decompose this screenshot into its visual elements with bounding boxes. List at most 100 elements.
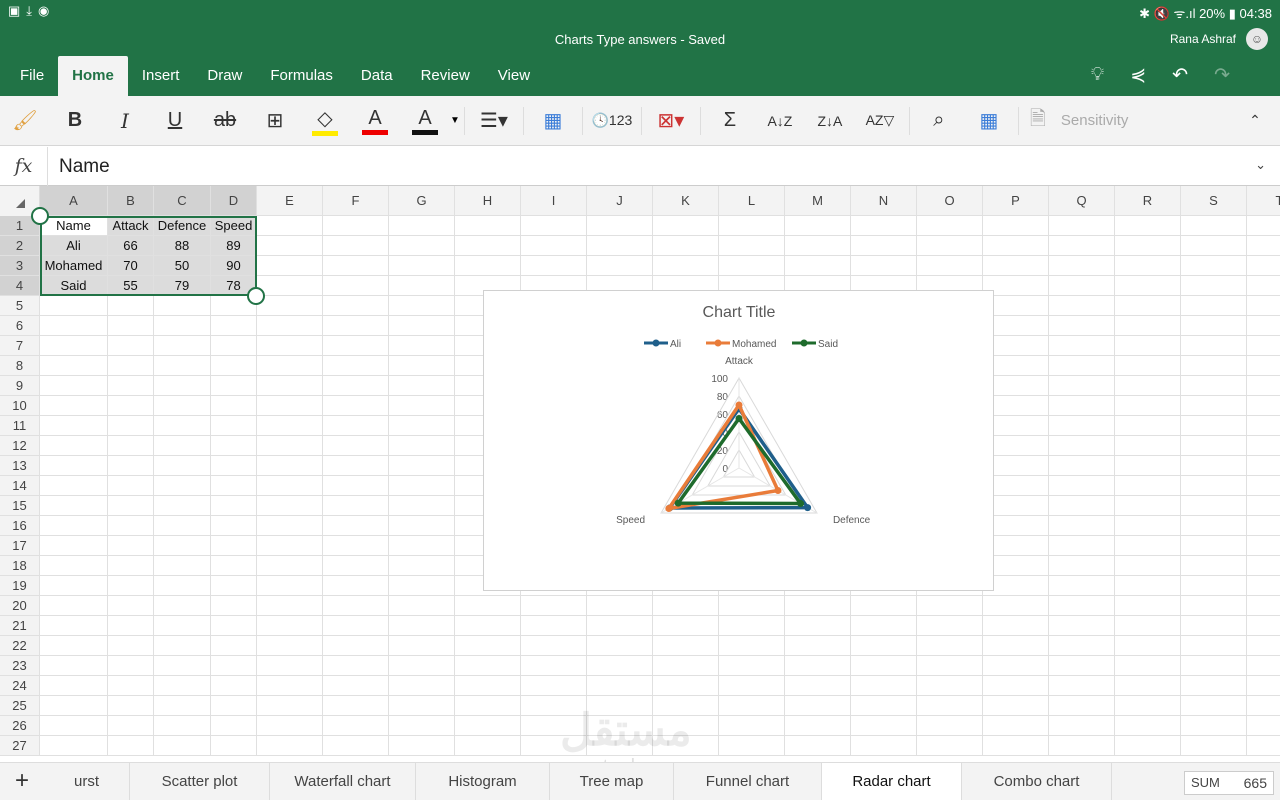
column-header-O[interactable]: O xyxy=(917,186,983,216)
cell-B17[interactable] xyxy=(108,536,154,556)
cell-O24[interactable] xyxy=(917,676,983,696)
cell-C21[interactable] xyxy=(154,616,211,636)
cell-D10[interactable] xyxy=(211,396,257,416)
selection-range[interactable] xyxy=(40,216,257,296)
cell-A14[interactable] xyxy=(40,476,108,496)
cell-N27[interactable] xyxy=(851,736,917,756)
cell-E11[interactable] xyxy=(257,416,323,436)
cell-H3[interactable] xyxy=(455,256,521,276)
user-name[interactable]: Rana Ashraf xyxy=(1170,32,1236,46)
fx-icon[interactable]: fx xyxy=(0,147,48,186)
cell-H21[interactable] xyxy=(455,616,521,636)
cell-Q3[interactable] xyxy=(1049,256,1115,276)
tab-formulas[interactable]: Formulas xyxy=(256,56,347,96)
column-header-H[interactable]: H xyxy=(455,186,521,216)
row-header-21[interactable]: 21 xyxy=(0,616,40,636)
cell-D15[interactable] xyxy=(211,496,257,516)
cell-Q9[interactable] xyxy=(1049,376,1115,396)
cell-B18[interactable] xyxy=(108,556,154,576)
cell-A24[interactable] xyxy=(40,676,108,696)
cell-J24[interactable] xyxy=(587,676,653,696)
cell-C22[interactable] xyxy=(154,636,211,656)
cell-G17[interactable] xyxy=(389,536,455,556)
row-header-14[interactable]: 14 xyxy=(0,476,40,496)
cell-S26[interactable] xyxy=(1181,716,1247,736)
cell-T11[interactable] xyxy=(1247,416,1280,436)
cell-L20[interactable] xyxy=(719,596,785,616)
column-header-L[interactable]: L xyxy=(719,186,785,216)
column-header-E[interactable]: E xyxy=(257,186,323,216)
column-header-J[interactable]: J xyxy=(587,186,653,216)
cell-O21[interactable] xyxy=(917,616,983,636)
cell-D12[interactable] xyxy=(211,436,257,456)
cell-A7[interactable] xyxy=(40,336,108,356)
cell-A12[interactable] xyxy=(40,436,108,456)
cell-N26[interactable] xyxy=(851,716,917,736)
cell-D27[interactable] xyxy=(211,736,257,756)
cell-T16[interactable] xyxy=(1247,516,1280,536)
sensitivity-icon[interactable]: 🗎 xyxy=(1023,104,1053,138)
cell-J21[interactable] xyxy=(587,616,653,636)
number-format-icon[interactable]: 🕓123 xyxy=(587,112,637,129)
cell-L24[interactable] xyxy=(719,676,785,696)
cell-D18[interactable] xyxy=(211,556,257,576)
cell-M20[interactable] xyxy=(785,596,851,616)
cell-E14[interactable] xyxy=(257,476,323,496)
cell-O3[interactable] xyxy=(917,256,983,276)
cell-J20[interactable] xyxy=(587,596,653,616)
cell-P22[interactable] xyxy=(983,636,1049,656)
cell-Q26[interactable] xyxy=(1049,716,1115,736)
cell-G5[interactable] xyxy=(389,296,455,316)
cell-L26[interactable] xyxy=(719,716,785,736)
column-header-B[interactable]: B xyxy=(108,186,154,216)
cell-S2[interactable] xyxy=(1181,236,1247,256)
tab-review[interactable]: Review xyxy=(407,56,484,96)
cell-N22[interactable] xyxy=(851,636,917,656)
row-header-3[interactable]: 3 xyxy=(0,256,40,276)
cell-L1[interactable] xyxy=(719,216,785,236)
tab-home[interactable]: Home xyxy=(58,56,128,96)
column-header-D[interactable]: D xyxy=(211,186,257,216)
cell-C26[interactable] xyxy=(154,716,211,736)
cell-T17[interactable] xyxy=(1247,536,1280,556)
avatar[interactable]: ☺ xyxy=(1246,28,1268,50)
sheet-tab-histogram[interactable]: Histogram xyxy=(416,763,550,800)
cell-J1[interactable] xyxy=(587,216,653,236)
cell-H24[interactable] xyxy=(455,676,521,696)
cell-Q21[interactable] xyxy=(1049,616,1115,636)
radar-chart[interactable]: Chart Title Ali Mohamed Said 0 20 40 60 80 100 Att… xyxy=(483,290,994,591)
cell-C5[interactable] xyxy=(154,296,211,316)
cell-N24[interactable] xyxy=(851,676,917,696)
tab-insert[interactable]: Insert xyxy=(128,56,194,96)
cell-N25[interactable] xyxy=(851,696,917,716)
cell-Q25[interactable] xyxy=(1049,696,1115,716)
cell-D9[interactable] xyxy=(211,376,257,396)
row-header-23[interactable]: 23 xyxy=(0,656,40,676)
row-header-17[interactable]: 17 xyxy=(0,536,40,556)
cell-F24[interactable] xyxy=(323,676,389,696)
cell-T19[interactable] xyxy=(1247,576,1280,596)
cell-J2[interactable] xyxy=(587,236,653,256)
cell-C17[interactable] xyxy=(154,536,211,556)
cell-T23[interactable] xyxy=(1247,656,1280,676)
cell-A10[interactable] xyxy=(40,396,108,416)
row-header-6[interactable]: 6 xyxy=(0,316,40,336)
cell-B10[interactable] xyxy=(108,396,154,416)
borders-icon[interactable]: ⊞ xyxy=(250,108,300,133)
cell-G10[interactable] xyxy=(389,396,455,416)
cell-E13[interactable] xyxy=(257,456,323,476)
cell-P2[interactable] xyxy=(983,236,1049,256)
cell-K2[interactable] xyxy=(653,236,719,256)
row-header-10[interactable]: 10 xyxy=(0,396,40,416)
row-header-19[interactable]: 19 xyxy=(0,576,40,596)
cell-T14[interactable] xyxy=(1247,476,1280,496)
cell-A9[interactable] xyxy=(40,376,108,396)
sheet-tab-radar-chart[interactable]: Radar chart xyxy=(822,763,962,800)
cell-S25[interactable] xyxy=(1181,696,1247,716)
cell-E1[interactable] xyxy=(257,216,323,236)
cell-D24[interactable] xyxy=(211,676,257,696)
cell-R19[interactable] xyxy=(1115,576,1181,596)
tab-data[interactable]: Data xyxy=(347,56,407,96)
italic-button[interactable]: I xyxy=(100,109,150,133)
cell-D16[interactable] xyxy=(211,516,257,536)
